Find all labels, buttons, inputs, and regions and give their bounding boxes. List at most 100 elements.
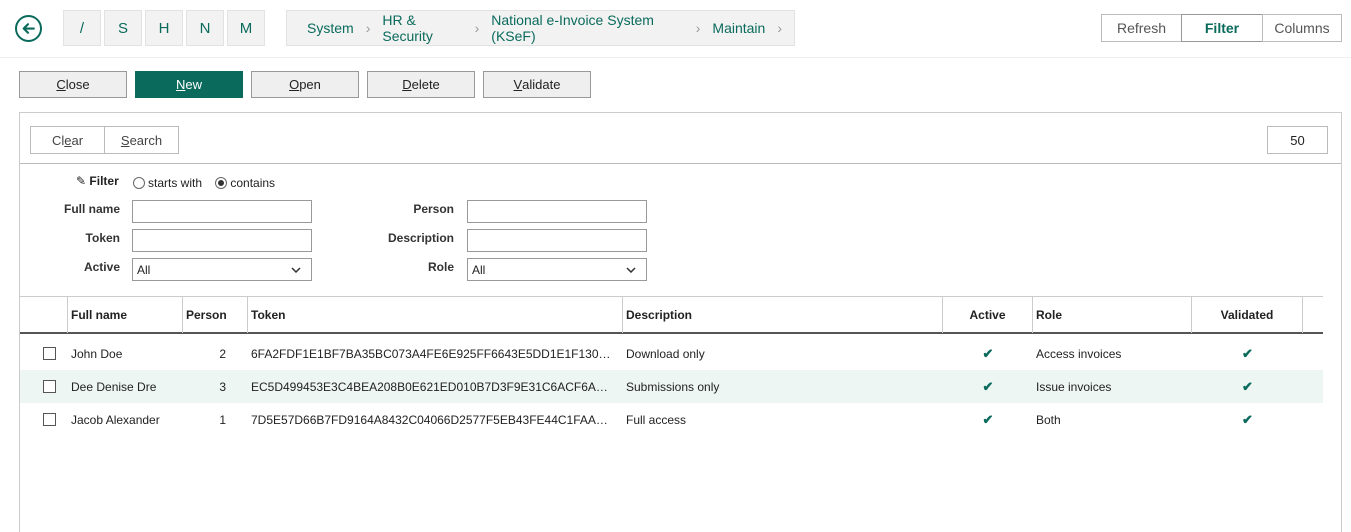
shortcut-ksef[interactable]: N — [186, 10, 224, 46]
header-validated[interactable]: Validated — [1192, 297, 1303, 333]
new-button[interactable]: New — [135, 71, 243, 98]
check-icon: ✔ — [982, 411, 994, 427]
cell-person: 3 — [219, 379, 226, 394]
header-token[interactable]: Token — [248, 297, 623, 333]
radio-starts-with-label: starts with — [148, 176, 203, 190]
list-panel: Cl e ar Search 50 ✎ Filter starts with con… — [19, 112, 1342, 532]
new-button-hotkey: N — [175, 77, 186, 92]
full-name-label: Full name — [63, 202, 120, 216]
role-select-value: All — [472, 262, 486, 277]
chevron-right-icon: › — [777, 20, 782, 36]
check-icon: ✔ — [982, 378, 994, 394]
filter-label: Filter — [89, 174, 119, 188]
breadcrumb: System › HR & Security › National e-Invo… — [286, 10, 795, 46]
open-button-label-rest: pen — [299, 77, 321, 92]
token-input[interactable] — [132, 229, 312, 252]
top-bar: / S H N M System › HR & Security › Natio… — [0, 0, 1351, 58]
close-button-label-rest: lose — [65, 77, 90, 92]
cell-full-name: Jacob Alexander — [71, 412, 160, 427]
check-icon: ✔ — [1242, 378, 1253, 394]
table-row[interactable]: Jacob Alexander 1 7D5E57D66B7FD9164A8432… — [20, 403, 1323, 436]
search-button[interactable]: Search — [104, 126, 179, 154]
header-description[interactable]: Description — [623, 297, 943, 333]
full-name-input[interactable] — [132, 200, 312, 223]
header-active[interactable]: Active — [943, 297, 1033, 333]
header-full-name[interactable]: Full name — [68, 297, 183, 333]
cell-person: 1 — [219, 412, 226, 427]
filter-icon: ✎ — [76, 174, 87, 188]
close-button[interactable]: Close — [19, 71, 127, 98]
search-button-hotkey: S — [120, 132, 130, 148]
person-input[interactable] — [467, 200, 647, 223]
active-select[interactable]: All — [132, 258, 312, 281]
filter-mode-group: starts with contains — [133, 176, 275, 190]
panel-toolbar: Cl e ar Search 50 — [20, 113, 1341, 164]
description-label: Description — [387, 231, 454, 245]
validate-button[interactable]: Validate — [483, 71, 591, 98]
check-icon: ✔ — [982, 345, 994, 361]
cell-token: EC5D499453E3C4BEA208B0E621ED010B7D3F9E31… — [251, 379, 608, 394]
cell-full-name: Dee Denise Dre — [71, 379, 157, 394]
check-icon: ✔ — [1242, 411, 1253, 427]
breadcrumb-ksef[interactable]: National e-Invoice System (KSeF) — [491, 12, 683, 44]
page-size-input[interactable]: 50 — [1267, 126, 1328, 154]
grid-header: Full name Person Token Description Activ… — [20, 296, 1323, 334]
validate-button-hotkey: V — [513, 77, 523, 92]
shortcut-maintain[interactable]: M — [227, 10, 265, 46]
clear-button-hotkey: e — [64, 132, 72, 148]
open-button-hotkey: O — [289, 77, 300, 92]
active-select-value: All — [137, 262, 151, 277]
clear-button[interactable]: Cl e ar — [30, 126, 105, 154]
validate-button-label-rest: alidate — [522, 77, 561, 92]
table-row[interactable]: Dee Denise Dre 3 EC5D499453E3C4BEA208B0E… — [20, 370, 1323, 403]
header-select — [20, 297, 68, 333]
delete-button[interactable]: Delete — [367, 71, 475, 98]
row-checkbox[interactable] — [40, 370, 56, 403]
new-button-label-rest: ew — [185, 77, 202, 92]
cell-description: Download only — [626, 346, 705, 361]
row-checkbox[interactable] — [40, 403, 56, 436]
delete-button-label-rest: elete — [411, 77, 440, 92]
cell-person: 2 — [219, 346, 226, 361]
shortcut-system[interactable]: S — [104, 10, 142, 46]
open-button[interactable]: Open — [251, 71, 359, 98]
person-label: Person — [413, 202, 454, 216]
breadcrumb-maintain[interactable]: Maintain — [712, 20, 765, 36]
cell-description: Submissions only — [626, 379, 720, 394]
filter-heading: ✎ Filter — [76, 174, 119, 188]
breadcrumb-hr-security[interactable]: HR & Security — [382, 12, 462, 44]
arrow-left-icon — [22, 23, 35, 34]
radio-contains[interactable] — [215, 177, 228, 189]
delete-button-hotkey: D — [402, 77, 412, 92]
chevron-right-icon: › — [695, 20, 701, 36]
row-checkbox[interactable] — [40, 337, 56, 370]
header-person[interactable]: Person — [183, 297, 248, 333]
description-input[interactable] — [467, 229, 647, 252]
shortcut-root[interactable]: / — [63, 10, 101, 46]
breadcrumb-system[interactable]: System — [307, 20, 354, 36]
chevron-right-icon: › — [474, 20, 480, 36]
radio-starts-with[interactable] — [133, 177, 145, 189]
filter-toggle-button[interactable]: Filter — [1181, 14, 1263, 42]
cell-role: Both — [1036, 412, 1061, 427]
chevron-down-icon — [291, 266, 301, 273]
table-row[interactable]: John Doe 2 6FA2FDF1E1BF7BA35BC073A4FE6E9… — [20, 337, 1323, 370]
header-role[interactable]: Role — [1033, 297, 1192, 333]
search-button-label-rest: earch — [129, 132, 163, 148]
radio-contains-label: contains — [230, 176, 276, 190]
cell-full-name: John Doe — [71, 346, 123, 361]
chevron-down-icon — [626, 266, 636, 273]
clear-button-label-rest: ar — [71, 132, 84, 148]
shortcut-hr[interactable]: H — [145, 10, 183, 46]
role-label: Role — [427, 260, 454, 274]
role-select[interactable]: All — [467, 258, 647, 281]
columns-button[interactable]: Columns — [1262, 14, 1342, 42]
cell-description: Full access — [626, 412, 687, 427]
back-button[interactable] — [15, 15, 42, 42]
check-icon: ✔ — [1242, 345, 1253, 361]
clear-button-label: Cl — [51, 132, 65, 148]
active-label: Active — [83, 260, 120, 274]
cell-role: Issue invoices — [1036, 379, 1112, 394]
refresh-button[interactable]: Refresh — [1101, 14, 1182, 42]
cell-token: 7D5E57D66B7FD9164A8432C04066D2577F5EB43F… — [251, 412, 608, 427]
